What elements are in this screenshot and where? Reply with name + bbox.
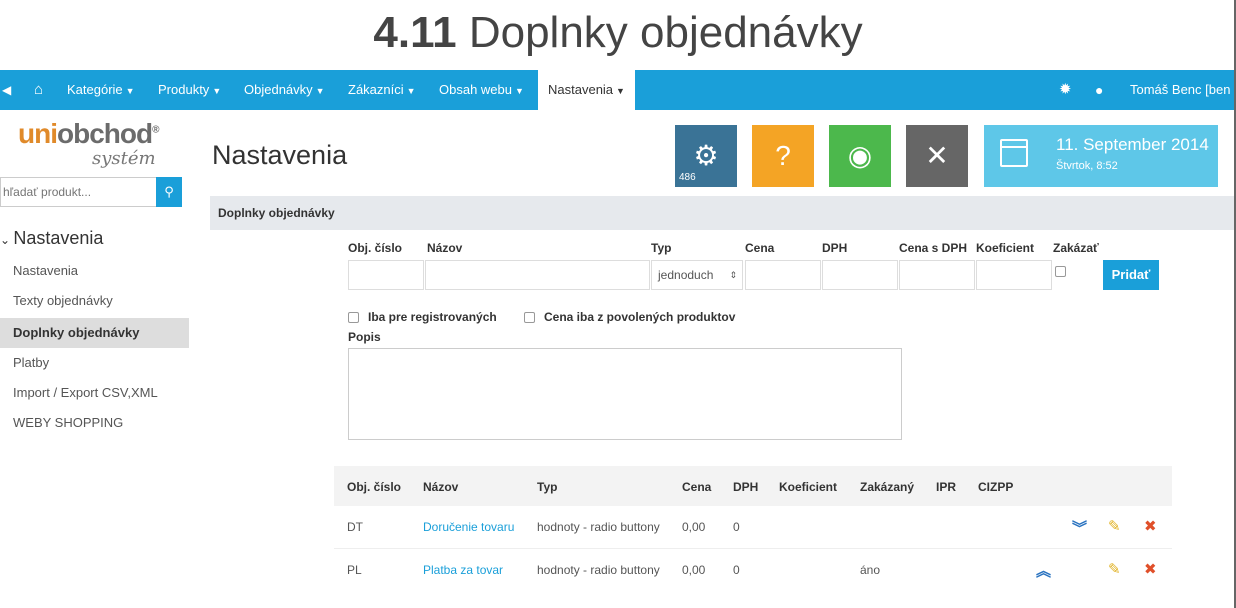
move-up-icon[interactable]: ︽ xyxy=(1036,560,1051,581)
caret-down-icon: ▼ xyxy=(212,86,222,96)
gear-icon[interactable]: ✹ xyxy=(1059,70,1072,110)
panel-title: Doplnky objednávky xyxy=(210,196,1236,230)
document-title: 4.11 Doplnky objednávky xyxy=(0,8,1236,58)
label-nazov: Názov xyxy=(427,241,463,255)
th-obj-cislo: Obj. číslo xyxy=(347,480,402,494)
nav-produkty[interactable]: Produkty ▼ xyxy=(158,70,221,110)
label-obj-cislo: Obj. číslo xyxy=(348,241,403,255)
price-allowed-products-label: Cena iba z povolených produktov xyxy=(544,310,736,324)
row-divider xyxy=(334,548,1172,549)
th-cena: Cena xyxy=(682,480,712,494)
row2-name-link[interactable]: Platba za tovar xyxy=(423,563,503,577)
cena-s-dph-input[interactable] xyxy=(899,260,975,290)
tools-tile[interactable]: ✕ xyxy=(906,125,968,187)
delete-icon[interactable]: ✖ xyxy=(1144,560,1157,578)
nav-zakaznici[interactable]: Zákazníci ▼ xyxy=(348,70,416,110)
label-cena-s-dph: Cena s DPH xyxy=(899,241,968,255)
page-title: Nastavenia xyxy=(212,140,348,170)
row1-type: hodnoty - radio buttony xyxy=(537,520,660,534)
th-ipr: IPR xyxy=(936,480,957,494)
drop-icon[interactable]: ● xyxy=(1095,70,1103,110)
popis-label: Popis xyxy=(348,330,381,344)
label-cena: Cena xyxy=(745,241,775,255)
th-typ: Typ xyxy=(537,480,558,494)
sidebar-heading[interactable]: ⌄ Nastavenia xyxy=(0,228,103,249)
product-search-input[interactable] xyxy=(0,177,156,207)
popis-textarea[interactable] xyxy=(348,348,902,440)
nav-nastavenia[interactable]: Nastavenia ▼ xyxy=(538,70,635,110)
caret-down-icon: ▼ xyxy=(515,86,524,96)
row2-price: 0,00 xyxy=(682,563,706,577)
cena-input[interactable] xyxy=(745,260,821,290)
delete-icon[interactable]: ✖ xyxy=(1144,517,1157,535)
label-typ: Typ xyxy=(651,241,672,255)
search-icon[interactable]: ⚲ xyxy=(156,177,182,207)
edit-icon[interactable]: ✎ xyxy=(1108,517,1121,535)
only-registered-checkbox[interactable] xyxy=(348,312,359,323)
th-cizpp: CIZPP xyxy=(978,480,1014,494)
row2-dph: 0 xyxy=(733,563,740,577)
chevron-down-icon: ⌄ xyxy=(0,233,14,247)
only-registered-label: Iba pre registrovaných xyxy=(368,310,497,324)
sidebar-item-platby[interactable]: Platby xyxy=(0,348,189,378)
logo: uniobchod® systém xyxy=(18,118,160,169)
nav-objednavky[interactable]: Objednávky ▼ xyxy=(244,70,325,110)
label-koeficient: Koeficient xyxy=(976,241,1035,255)
row2-disabled: áno xyxy=(860,563,881,577)
koeficient-input[interactable] xyxy=(976,260,1052,290)
day-time-text: Štvrtok, 8:52 xyxy=(1056,160,1118,172)
web-tile[interactable]: ◉ xyxy=(829,125,891,187)
th-dph: DPH xyxy=(733,480,759,494)
th-nazov: Názov xyxy=(423,480,459,494)
row1-name-link[interactable]: Doručenie tovaru xyxy=(423,520,514,534)
date-text: 11. September 2014 xyxy=(1056,135,1209,154)
sidebar-item-doplnky-objednavky[interactable]: Doplnky objednávky xyxy=(0,318,189,348)
row1-dph: 0 xyxy=(733,520,740,534)
label-dph: DPH xyxy=(822,241,848,255)
date-tile[interactable]: 11. September 2014 Štvrtok, 8:52 xyxy=(984,125,1218,187)
gears-icon: ⚙ xyxy=(693,140,719,171)
home-icon[interactable]: ⌂ xyxy=(34,70,43,110)
obj-cislo-input[interactable] xyxy=(348,260,424,290)
caret-down-icon: ▼ xyxy=(315,86,325,96)
user-menu[interactable]: Tomáš Benc [ben xyxy=(1130,70,1230,110)
tools-icon: ✕ xyxy=(925,140,949,171)
caret-down-icon: ▼ xyxy=(125,86,135,96)
price-allowed-products-checkbox[interactable] xyxy=(524,312,535,323)
dph-input[interactable] xyxy=(822,260,898,290)
sidebar-item-texty-objednavky[interactable]: Texty objednávky xyxy=(0,286,189,316)
sidebar-item-nastavenia[interactable]: Nastavenia xyxy=(0,256,189,286)
nav-obsah-webu[interactable]: Obsah webu ▼ xyxy=(439,70,524,110)
arrow-left-icon[interactable]: ◀ xyxy=(2,70,11,110)
sidebar-item-import-export[interactable]: Import / Export CSV,XML xyxy=(0,378,189,408)
top-navbar: ◀ ⌂ Kategórie ▼ Produkty ▼ Objednávky ▼ Zák… xyxy=(0,70,1236,110)
settings-tile[interactable]: ⚙ 486 xyxy=(675,125,737,187)
add-button[interactable]: Pridať xyxy=(1103,260,1159,290)
edit-icon[interactable]: ✎ xyxy=(1108,560,1121,578)
settings-badge: 486 xyxy=(679,172,696,183)
row1-code: DT xyxy=(347,520,363,534)
nazov-input[interactable] xyxy=(425,260,650,290)
sidebar-item-weby-shopping[interactable]: WEBY SHOPPING xyxy=(0,408,189,438)
typ-select[interactable]: jednoduch ⇕ xyxy=(651,260,743,290)
th-koeficient: Koeficient xyxy=(779,480,838,494)
th-zakazany: Zakázaný xyxy=(860,480,915,494)
row2-type: hodnoty - radio buttony xyxy=(537,563,660,577)
row1-price: 0,00 xyxy=(682,520,706,534)
select-arrows-icon: ⇕ xyxy=(729,270,737,280)
nav-kategorie[interactable]: Kategórie ▼ xyxy=(67,70,135,110)
question-icon: ? xyxy=(775,140,791,171)
globe-icon: ◉ xyxy=(847,140,873,171)
label-zakazat: Zakázať xyxy=(1053,241,1099,255)
section-name: Doplnky objednávky xyxy=(468,8,863,57)
help-tile[interactable]: ? xyxy=(752,125,814,187)
section-number: 4.11 xyxy=(373,8,457,57)
caret-down-icon: ▼ xyxy=(406,86,416,96)
zakazat-checkbox[interactable] xyxy=(1055,266,1066,277)
calendar-icon xyxy=(1000,139,1028,167)
caret-down-icon: ▼ xyxy=(616,86,625,96)
row2-code: PL xyxy=(347,563,362,577)
move-down-icon[interactable]: ︾ xyxy=(1072,517,1087,538)
